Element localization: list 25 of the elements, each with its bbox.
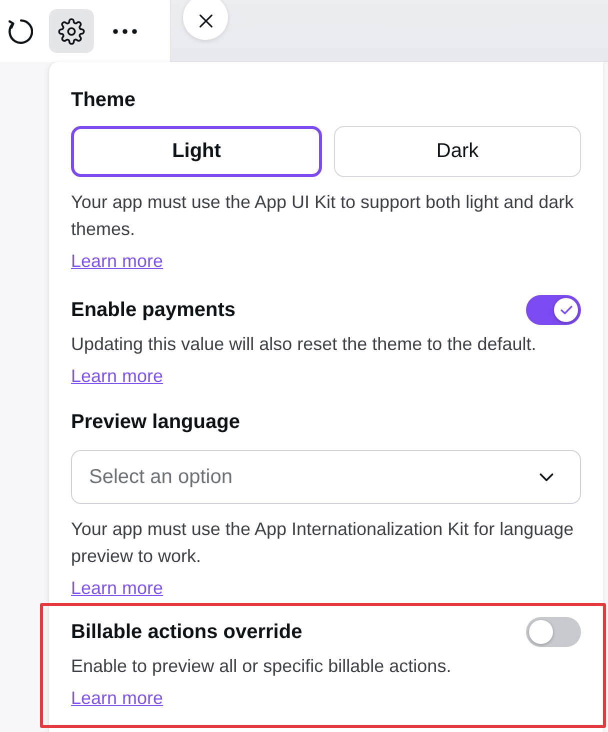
- toggle-switch[interactable]: [526, 617, 581, 647]
- learn-more-link[interactable]: Learn more: [71, 575, 164, 602]
- section-heading: Billable actions override: [71, 620, 302, 644]
- check-icon: [560, 305, 572, 315]
- option-button[interactable]: Dark: [334, 126, 581, 177]
- learn-more-link[interactable]: Learn more: [71, 248, 164, 275]
- section-heading: Theme: [71, 88, 136, 112]
- more-icon: [113, 28, 137, 34]
- section-description: Updating this value will also reset the theme to the default.: [71, 333, 538, 356]
- learn-more-link[interactable]: Learn more: [71, 363, 164, 390]
- section-heading: Enable payments: [71, 298, 236, 322]
- close-icon: [198, 14, 212, 28]
- option-button[interactable]: Light: [71, 126, 322, 177]
- section-heading: Preview language: [71, 410, 240, 434]
- section-description: Your app must use the App UI Kit to support both light and dark themes.: [71, 191, 575, 241]
- section-description: Your app must use the App Internationalization Kit for language preview to work.: [71, 518, 575, 568]
- refresh-icon: [8, 18, 32, 44]
- close-button[interactable]: [183, 0, 228, 40]
- toggle-switch[interactable]: [526, 295, 581, 325]
- settings-button[interactable]: [49, 9, 94, 53]
- section-description: Enable to preview all or specific billable actions.: [71, 655, 452, 678]
- learn-more-link[interactable]: Learn more: [71, 685, 164, 712]
- chevron-down-icon: [539, 472, 554, 482]
- select-field[interactable]: Select an option: [71, 450, 581, 504]
- settings-icon: [58, 18, 85, 44]
